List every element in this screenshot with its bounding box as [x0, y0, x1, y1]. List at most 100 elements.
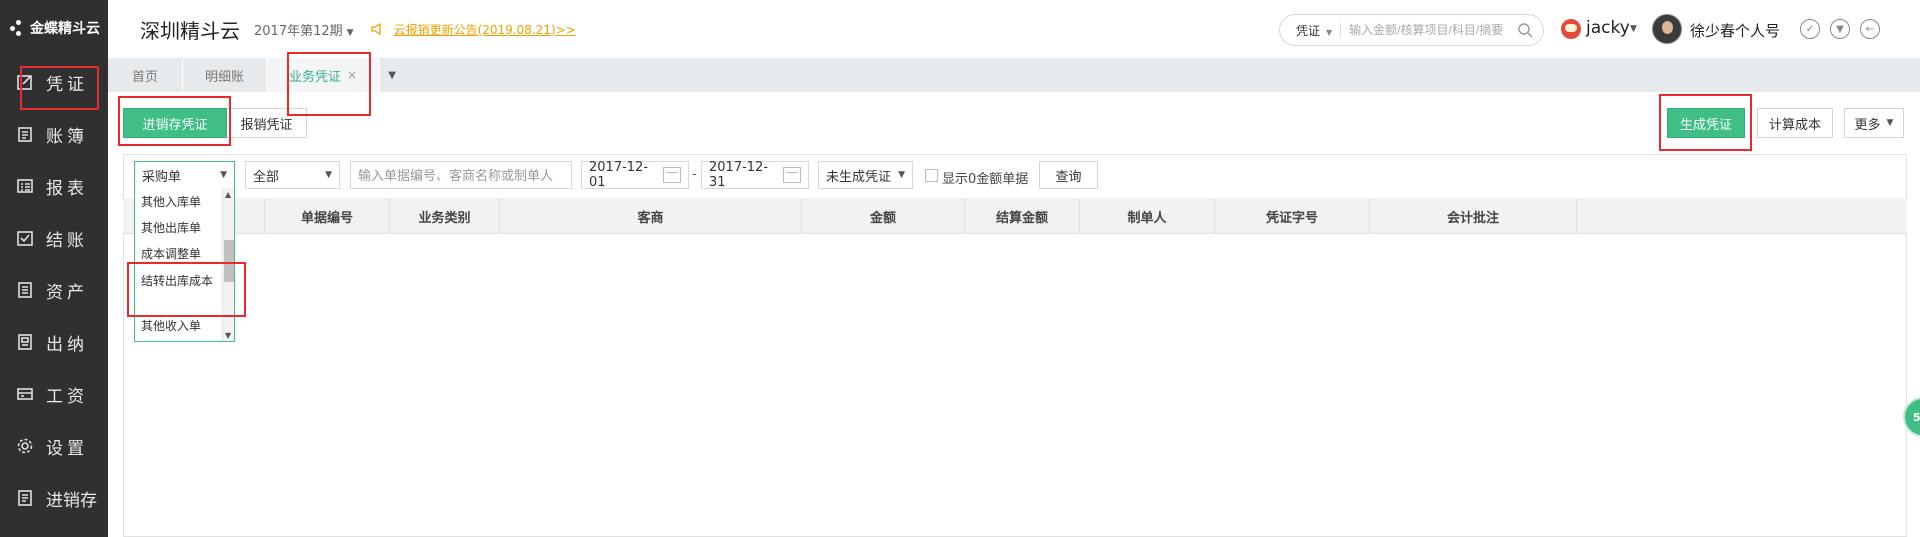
column-header: 业务类别 — [390, 198, 500, 234]
calc-cost-button[interactable]: 计算成本 — [1757, 108, 1833, 138]
sidebar-item-voucher[interactable]: 凭证 — [0, 56, 108, 108]
query-button[interactable]: 查询 — [1039, 161, 1098, 189]
chevron-down-icon: ▼ — [1326, 27, 1333, 37]
sidebar-item-settings[interactable]: 设置 — [0, 420, 108, 472]
global-search: 凭证 ▼ — [1279, 14, 1544, 46]
scroll-up-icon[interactable]: ▲ — [225, 190, 231, 199]
calendar-icon[interactable] — [783, 167, 801, 183]
cashier-icon — [18, 334, 32, 350]
tab-detail-ledger[interactable]: 明细账 — [183, 58, 268, 92]
sidebar-item-inventory[interactable]: 进销存 — [0, 472, 108, 524]
asset-icon — [18, 282, 32, 298]
status-select[interactable]: 未生成凭证 ▼ — [818, 161, 913, 189]
column-header: 会计批注 — [1370, 198, 1577, 234]
search-icon[interactable] — [1517, 22, 1533, 38]
tab-label: 业务凭证 — [289, 69, 342, 85]
close-icon[interactable]: × — [347, 68, 357, 82]
sidebar-item-closing[interactable]: 结账 — [0, 212, 108, 264]
doc-type-select[interactable]: 采购单 ▼ — [134, 161, 235, 189]
tab-label: 首页 — [132, 69, 159, 85]
scrollbar-thumb[interactable] — [224, 240, 234, 282]
tab-label: 明细账 — [205, 69, 245, 85]
dropdown-scrollbar[interactable]: ▲ ▼ — [222, 188, 234, 341]
column-header: 客商 — [500, 198, 802, 234]
chevron-down-icon[interactable]: ▼ — [1630, 24, 1637, 34]
profile-avatar[interactable] — [1652, 14, 1682, 44]
shirt-icon[interactable]: ▼ — [1830, 19, 1850, 39]
search-category-label: 凭证 — [1296, 23, 1321, 38]
sidebar-item-label: 账簿 — [46, 126, 88, 147]
scope-select[interactable]: 全部 ▼ — [245, 161, 340, 189]
calendar-icon[interactable] — [663, 167, 681, 183]
date-from-value: 2017-12-01 — [589, 160, 649, 190]
brand-logo[interactable]: 金蝶精斗云 — [0, 0, 108, 56]
sidebar-item-label: 出纳 — [46, 334, 88, 355]
keyword-field — [350, 161, 572, 189]
sidebar-item-ledger[interactable]: 账簿 — [0, 108, 108, 160]
date-from-field[interactable]: 2017-12-01 — [581, 160, 689, 190]
edit-icon — [17, 75, 32, 90]
tabs-more-icon[interactable]: ▼ — [380, 58, 404, 92]
column-header: 凭证字号 — [1215, 198, 1370, 234]
status-value: 未生成凭证 — [826, 169, 892, 185]
sidebar-item-report[interactable]: 报表 — [0, 160, 108, 212]
header: 深圳精斗云 2017年第12期 ▼ 云报销更新公告(2019.08.21)>> 凭… — [108, 0, 1920, 58]
sidebar-item-cashier[interactable]: 出纳 — [0, 316, 108, 368]
tab-home[interactable]: 首页 — [108, 58, 184, 92]
sidebar-item-label: 进销存 — [46, 490, 97, 511]
doc-type-dropdown: 其他入库单 其他出库单 成本调整单 结转出库成本 其他收入单 ▲ ▼ — [134, 188, 235, 342]
expense-voucher-button[interactable]: 报销凭证 — [227, 108, 307, 138]
column-header: 金额 — [802, 198, 965, 234]
dropdown-option[interactable]: 结转出库成本 — [135, 266, 215, 312]
keyword-input[interactable] — [358, 167, 564, 183]
speaker-icon — [370, 22, 381, 36]
table-header: 单据编号 业务类别 客商 金额 结算金额 制单人 凭证字号 会计批注 — [123, 198, 1907, 234]
brand-name: 金蝶精斗云 — [30, 21, 100, 37]
search-category-select[interactable]: 凭证 ▼ — [1296, 22, 1332, 39]
ledger-icon — [18, 127, 32, 142]
chevron-down-icon: ▼ — [346, 27, 354, 38]
user-name[interactable]: jacky — [1586, 18, 1630, 38]
column-header: 单据编号 — [265, 198, 390, 234]
notice-link[interactable]: 云报销更新公告(2019.08.21)>> — [394, 21, 576, 38]
checkbox-icon — [17, 231, 33, 246]
period-selector[interactable]: 2017年第12期 ▼ — [254, 20, 354, 39]
dropdown-option[interactable]: 其他入库单 — [135, 188, 234, 214]
sidebar-item-label: 设置 — [46, 438, 88, 459]
date-separator: - — [692, 167, 697, 182]
search-input[interactable] — [1349, 23, 1517, 37]
sidebar-item-label: 凭证 — [46, 74, 88, 95]
sidebar-item-label: 工资 — [46, 386, 88, 407]
generate-voucher-button[interactable]: 生成凭证 — [1667, 108, 1745, 138]
logout-icon[interactable]: ← — [1860, 19, 1880, 39]
sidebar-item-salary[interactable]: 工资 — [0, 368, 108, 420]
show-zero-checkbox[interactable] — [925, 169, 938, 182]
salary-icon — [17, 388, 33, 400]
chevron-down-icon: ▼ — [1886, 118, 1894, 128]
app-root: 金蝶精斗云 凭证 账簿 报表 结账 资产 出纳 工资 设置 进销存 深圳精斗云 … — [0, 0, 1920, 537]
sidebar: 金蝶精斗云 凭证 账簿 报表 结账 资产 出纳 工资 设置 进销存 — [0, 0, 108, 537]
more-label: 更多 — [1854, 117, 1881, 133]
show-zero-label: 显示0金额单据 — [942, 172, 1029, 187]
inventory-voucher-button[interactable]: 进销存凭证 — [123, 108, 227, 138]
dropdown-option[interactable]: 其他出库单 — [135, 214, 234, 240]
chevron-down-icon: ▼ — [220, 170, 227, 180]
more-button[interactable]: 更多 ▼ — [1844, 108, 1904, 138]
sidebar-item-assets[interactable]: 资产 — [0, 264, 108, 316]
date-to-field[interactable]: 2017-12-31 — [701, 160, 809, 190]
report-icon — [17, 179, 33, 193]
column-header: 结算金额 — [965, 198, 1080, 234]
chevron-down-icon: ▼ — [898, 170, 905, 180]
scroll-down-icon[interactable]: ▼ — [225, 331, 231, 340]
help-icon[interactable]: ✓ — [1800, 19, 1820, 39]
dropdown-option[interactable]: 成本调整单 — [135, 240, 234, 266]
dropdown-option[interactable]: 其他收入单 — [135, 312, 234, 338]
period-label: 2017年第12期 — [254, 23, 343, 39]
date-to-value: 2017-12-31 — [709, 160, 769, 190]
tab-business-voucher[interactable]: 业务凭证 × — [267, 58, 381, 92]
logo-icon — [10, 20, 26, 36]
profile-name[interactable]: 徐少春个人号 — [1690, 20, 1780, 41]
avatar[interactable] — [1561, 19, 1581, 39]
company-title: 深圳精斗云 — [140, 18, 240, 43]
sidebar-item-label: 资产 — [46, 282, 88, 303]
